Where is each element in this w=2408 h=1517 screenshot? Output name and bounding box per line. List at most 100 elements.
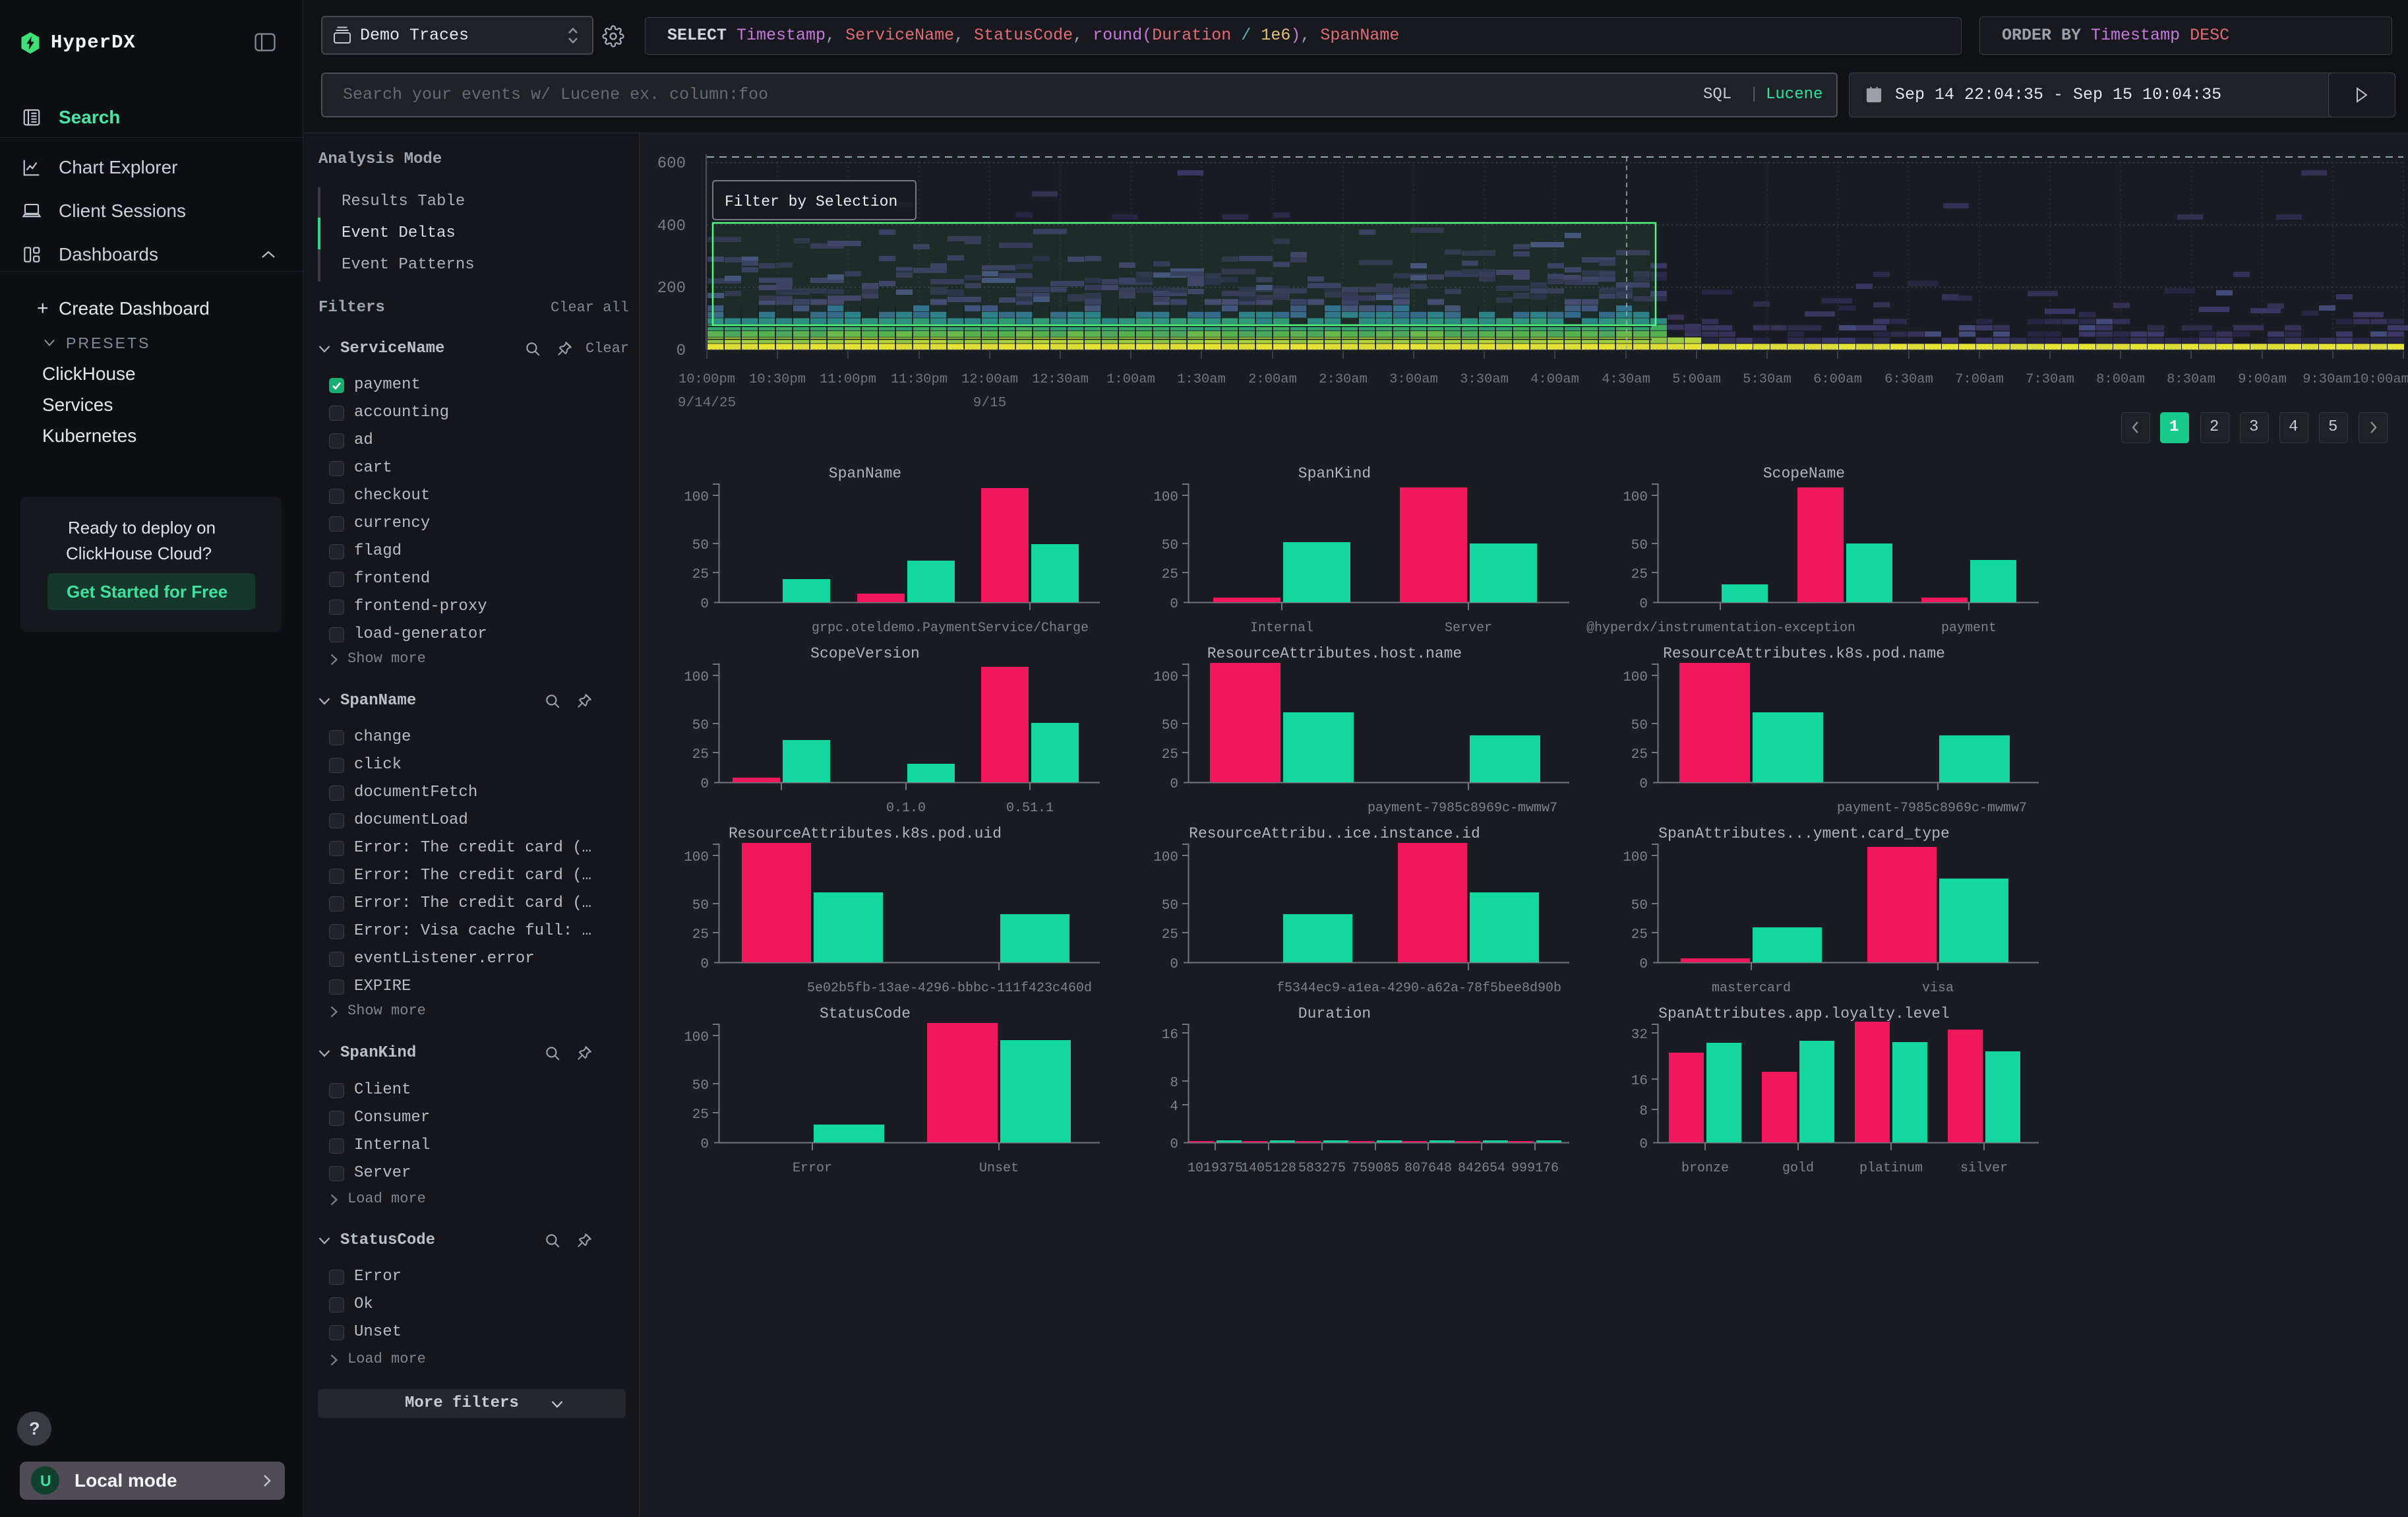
svg-text:100: 100 [684,490,709,505]
svg-text:Duration: Duration [1298,1005,1371,1022]
svg-text:5:30am: 5:30am [1743,372,1791,387]
svg-text:25: 25 [1631,927,1648,943]
svg-text:f5344ec9-a1ea-4290-a62a-78f5be: f5344ec9-a1ea-4290-a62a-78f5bee8d90b [1277,981,1561,996]
svg-text:mastercard: mastercard [1712,981,1791,996]
svg-text:11:00pm: 11:00pm [820,372,876,387]
svg-text:50: 50 [692,898,709,913]
svg-text:Error: Error [793,1161,832,1176]
svg-text:payment: payment [1941,621,1997,636]
svg-text:32: 32 [1631,1028,1648,1043]
svg-text:0: 0 [700,597,709,612]
svg-text:50: 50 [692,538,709,553]
svg-text:0.51.1: 0.51.1 [1006,801,1054,816]
svg-text:0: 0 [1170,1137,1178,1152]
svg-text:8: 8 [1639,1104,1648,1119]
svg-text:100: 100 [684,670,709,685]
svg-text:SpanAttributes...yment.card_ty: SpanAttributes...yment.card_type [1658,825,1950,842]
svg-text:gold: gold [1782,1161,1814,1176]
svg-text:583275: 583275 [1298,1161,1346,1176]
svg-text:4:30am: 4:30am [1602,372,1650,387]
svg-text:600: 600 [657,155,686,173]
svg-text:50: 50 [1162,718,1178,733]
svg-text:grpc.oteldemo.PaymentService/C: grpc.oteldemo.PaymentService/Charge [812,621,1089,636]
svg-text:1:30am: 1:30am [1177,372,1226,387]
svg-text:100: 100 [1623,490,1648,505]
svg-text:999176: 999176 [1511,1161,1559,1176]
svg-text:0: 0 [677,342,686,360]
svg-text:payment-7985c8969c-mwmw7: payment-7985c8969c-mwmw7 [1368,801,1557,816]
svg-text:4: 4 [1170,1099,1178,1115]
svg-text:100: 100 [684,850,709,865]
svg-text:ResourceAttributes.k8s.pod.nam: ResourceAttributes.k8s.pod.name [1663,645,1945,662]
svg-text:25: 25 [1162,747,1178,762]
svg-text:0: 0 [1170,777,1178,792]
svg-text:50: 50 [1631,898,1648,913]
svg-text:25: 25 [692,747,709,762]
svg-text:Filter by Selection: Filter by Selection [725,193,897,210]
svg-text:platinum: platinum [1859,1161,1923,1176]
svg-text:ResourceAttributes.host.name: ResourceAttributes.host.name [1207,645,1462,662]
svg-text:0: 0 [1639,597,1648,612]
svg-text:100: 100 [1153,850,1178,865]
svg-text:50: 50 [1631,538,1648,553]
svg-text:6:30am: 6:30am [1884,372,1933,387]
svg-text:8:30am: 8:30am [2167,372,2215,387]
svg-text:visa: visa [1922,981,1954,996]
svg-text:3:00am: 3:00am [1389,372,1438,387]
svg-text:11:30pm: 11:30pm [891,372,948,387]
svg-text:12:30am: 12:30am [1032,372,1089,387]
svg-text:16: 16 [1631,1074,1648,1089]
svg-text:842654: 842654 [1458,1161,1505,1176]
svg-text:100: 100 [684,1030,709,1045]
svg-text:ResourceAttribu..ice.instance.: ResourceAttribu..ice.instance.id [1189,825,1480,842]
svg-text:9/15: 9/15 [973,396,1006,410]
svg-text:100: 100 [1153,490,1178,505]
svg-text:0: 0 [1639,957,1648,972]
svg-text:0: 0 [1639,1137,1648,1152]
svg-text:StatusCode: StatusCode [820,1005,911,1022]
svg-text:100: 100 [1623,670,1648,685]
svg-text:ScopeVersion: ScopeVersion [810,645,920,662]
svg-text:7:30am: 7:30am [2026,372,2074,387]
svg-text:0: 0 [1170,597,1178,612]
svg-text:8:00am: 8:00am [2096,372,2145,387]
svg-text:400: 400 [657,218,686,235]
svg-text:25: 25 [692,1107,709,1123]
svg-text:5:00am: 5:00am [1672,372,1721,387]
svg-text:Unset: Unset [979,1161,1019,1176]
svg-text:50: 50 [692,1078,709,1094]
svg-text:@hyperdx/instrumentation-excep: @hyperdx/instrumentation-exception [1586,621,1855,636]
svg-text:25: 25 [1631,747,1648,762]
svg-text:Server: Server [1445,621,1492,636]
svg-text:50: 50 [1162,898,1178,913]
svg-text:SpanAttributes.app.loyalty.lev: SpanAttributes.app.loyalty.level [1658,1005,1950,1022]
svg-text:5e02b5fb-13ae-4296-bbbc-111f42: 5e02b5fb-13ae-4296-bbbc-111f423c460d [807,981,1092,996]
svg-text:6:00am: 6:00am [1813,372,1862,387]
svg-text:1019375: 1019375 [1188,1161,1243,1176]
svg-text:payment-7985c8969c-mwmw7: payment-7985c8969c-mwmw7 [1837,801,2027,816]
svg-text:ResourceAttributes.k8s.pod.uid: ResourceAttributes.k8s.pod.uid [729,825,1002,842]
svg-text:25: 25 [1162,927,1178,943]
svg-text:0: 0 [700,957,709,972]
svg-text:0: 0 [1639,777,1648,792]
svg-text:16: 16 [1162,1028,1178,1043]
svg-text:ScopeName: ScopeName [1763,465,1845,482]
svg-text:200: 200 [657,280,686,297]
svg-text:50: 50 [692,718,709,733]
svg-text:100: 100 [1153,670,1178,685]
svg-text:100: 100 [1623,850,1648,865]
svg-text:0: 0 [1170,957,1178,972]
svg-text:10:30pm: 10:30pm [749,372,806,387]
svg-text:silver: silver [1960,1161,2008,1176]
svg-text:50: 50 [1631,718,1648,733]
svg-text:25: 25 [1631,567,1648,582]
svg-text:4:00am: 4:00am [1530,372,1579,387]
svg-text:0: 0 [700,777,709,792]
svg-text:8: 8 [1170,1076,1178,1091]
svg-text:25: 25 [692,927,709,943]
svg-text:SpanName: SpanName [829,465,901,482]
svg-text:25: 25 [692,567,709,582]
svg-text:9:00am: 9:00am [2238,372,2287,387]
svg-text:1:00am: 1:00am [1106,372,1155,387]
svg-text:10:00am: 10:00am [2353,372,2408,387]
